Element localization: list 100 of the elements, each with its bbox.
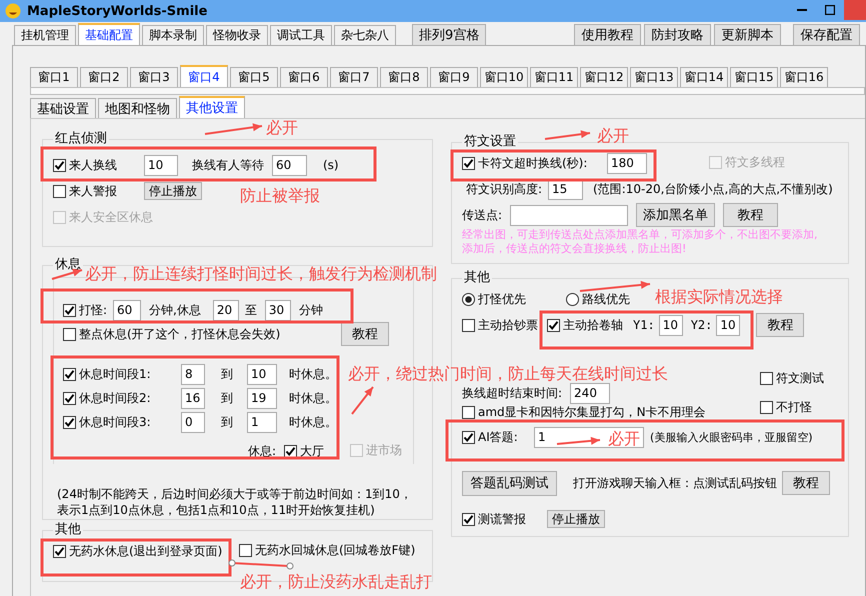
checkbox-label: 休息时间段3: bbox=[79, 414, 151, 430]
checkbox[interactable] bbox=[63, 304, 76, 316]
tab[interactable]: 窗口7 bbox=[330, 67, 378, 87]
checkbox[interactable] bbox=[462, 430, 475, 444]
checkbox[interactable] bbox=[760, 372, 773, 384]
tab[interactable]: 杂七杂八 bbox=[334, 25, 396, 45]
input-field[interactable]: 180 bbox=[607, 152, 647, 174]
input-field[interactable]: 10 bbox=[247, 364, 277, 384]
checkbox-label: 主动拾钞票 bbox=[478, 316, 538, 334]
button[interactable]: 更新脚本 bbox=[714, 24, 781, 46]
tab[interactable]: 基础设置 bbox=[30, 98, 96, 118]
button[interactable]: 排列9宫格 bbox=[412, 24, 486, 46]
checkbox-label: 符文多线程 bbox=[725, 154, 785, 171]
tab[interactable]: 窗口8 bbox=[380, 67, 428, 87]
checkbox[interactable] bbox=[760, 400, 773, 414]
smiley-icon bbox=[5, 3, 21, 19]
group-title: 休息 bbox=[54, 257, 82, 273]
radio-button[interactable] bbox=[462, 292, 475, 306]
tab[interactable]: 其他设置 bbox=[179, 96, 245, 118]
minimize-icon bbox=[797, 9, 807, 11]
radio-label: 打怪优先 bbox=[478, 290, 526, 308]
label: 换线超时结束时间: bbox=[462, 384, 562, 402]
input-field[interactable] bbox=[510, 204, 628, 226]
input-field[interactable]: 16 bbox=[181, 388, 205, 408]
input-field[interactable]: 60 bbox=[272, 154, 307, 176]
button[interactable]: 防封攻略 bbox=[644, 24, 711, 46]
button[interactable]: 停止播放 bbox=[547, 510, 605, 528]
checkbox[interactable] bbox=[462, 512, 475, 526]
input-field[interactable]: 30 bbox=[264, 300, 291, 320]
tab[interactable]: 挂机管理 bbox=[14, 25, 76, 45]
annotation-text: 必开，防止连续打怪时间过长，触发行为检测机制 bbox=[85, 264, 437, 284]
tab[interactable]: 窗口6 bbox=[280, 67, 328, 87]
input-field[interactable]: 10 bbox=[658, 314, 683, 336]
checkbox[interactable] bbox=[239, 544, 252, 557]
tab[interactable]: 怪物收录 bbox=[206, 25, 268, 45]
button[interactable]: 教程 bbox=[756, 313, 804, 337]
label: Y1: bbox=[633, 318, 655, 332]
checkbox-label: 进市场 bbox=[366, 442, 402, 459]
checkbox[interactable] bbox=[53, 158, 66, 172]
tab[interactable]: 地图和怪物 bbox=[98, 98, 177, 118]
tab[interactable]: 基础配置 bbox=[78, 23, 140, 45]
checkbox[interactable] bbox=[63, 328, 76, 340]
checkbox-label: 卡符文超时换线(秒): bbox=[478, 154, 588, 172]
button[interactable]: 答题乱码测试 bbox=[462, 470, 557, 496]
label: 打开游戏聊天输入框：点测试乱码按钮 bbox=[573, 474, 777, 492]
input-field[interactable]: 1 bbox=[247, 412, 277, 432]
tab[interactable]: 窗口9 bbox=[430, 67, 478, 87]
checkbox[interactable] bbox=[462, 406, 475, 418]
annotation-text: 必开，防止没药水乱走乱打 bbox=[240, 572, 432, 592]
label: 时休息。 bbox=[289, 366, 337, 382]
checkbox[interactable] bbox=[547, 318, 560, 332]
button[interactable]: 添加黑名单 bbox=[636, 203, 716, 227]
button[interactable]: 教程 bbox=[723, 203, 778, 227]
input-field[interactable]: 8 bbox=[181, 364, 205, 384]
annotation-text: 必开 bbox=[266, 118, 298, 138]
checkbox[interactable] bbox=[53, 544, 66, 558]
checkbox[interactable] bbox=[284, 444, 298, 458]
annotation-text: 必开，绕过热门时间，防止每天在线时间过长 bbox=[348, 364, 668, 384]
tab[interactable]: 窗口15 bbox=[730, 67, 778, 87]
tab[interactable]: 窗口1 bbox=[30, 67, 78, 87]
input-field[interactable]: 10 bbox=[716, 314, 740, 336]
button[interactable]: 保存配置 bbox=[793, 24, 860, 46]
checkbox-label: 测谎警报 bbox=[478, 510, 526, 528]
input-field[interactable]: 19 bbox=[247, 388, 277, 408]
checkbox[interactable] bbox=[63, 368, 76, 380]
label: 时休息。 bbox=[289, 390, 337, 406]
tip-text: 添加后，传送点的符文会直接换线，防止出图! bbox=[462, 242, 688, 256]
input-field[interactable]: 60 bbox=[113, 300, 142, 320]
button[interactable]: 使用教程 bbox=[574, 24, 641, 46]
tab[interactable]: 脚本录制 bbox=[142, 25, 204, 45]
tab[interactable]: 窗口16 bbox=[780, 67, 828, 87]
tab[interactable]: 窗口2 bbox=[80, 67, 128, 87]
tab[interactable]: 调试工具 bbox=[270, 25, 332, 45]
checkbox-label: amd显卡和因特尔集显打勾，N卡不用理会 bbox=[478, 404, 706, 420]
label: 到 bbox=[221, 414, 233, 430]
button[interactable]: 教程 bbox=[341, 322, 389, 346]
tab[interactable]: 窗口11 bbox=[530, 67, 578, 87]
checkbox[interactable] bbox=[462, 156, 475, 170]
input-field[interactable]: 20 bbox=[212, 300, 239, 320]
input-field[interactable]: 10 bbox=[144, 154, 178, 176]
label: 换线有人等待 bbox=[192, 156, 264, 174]
tab[interactable]: 窗口12 bbox=[580, 67, 628, 87]
group-title: 其他 bbox=[54, 522, 82, 538]
tab[interactable]: 窗口5 bbox=[230, 67, 278, 87]
tab[interactable]: 窗口13 bbox=[630, 67, 678, 87]
checkbox-label: 主动拾卷轴 bbox=[563, 316, 623, 334]
input-field[interactable]: 0 bbox=[181, 412, 205, 432]
tab[interactable]: 窗口3 bbox=[130, 67, 178, 87]
arrow bbox=[204, 123, 262, 135]
checkbox[interactable] bbox=[63, 416, 76, 428]
button[interactable]: 停止播放 bbox=[144, 182, 202, 200]
radio-button[interactable] bbox=[566, 292, 579, 306]
input-field[interactable]: 240 bbox=[570, 382, 610, 404]
button[interactable]: 教程 bbox=[782, 471, 830, 495]
tab[interactable]: 窗口14 bbox=[680, 67, 728, 87]
tab[interactable]: 窗口4 bbox=[180, 65, 228, 87]
checkbox[interactable] bbox=[462, 318, 475, 332]
tab[interactable]: 窗口10 bbox=[480, 67, 528, 87]
checkbox[interactable] bbox=[63, 392, 76, 404]
checkbox[interactable] bbox=[53, 184, 66, 198]
